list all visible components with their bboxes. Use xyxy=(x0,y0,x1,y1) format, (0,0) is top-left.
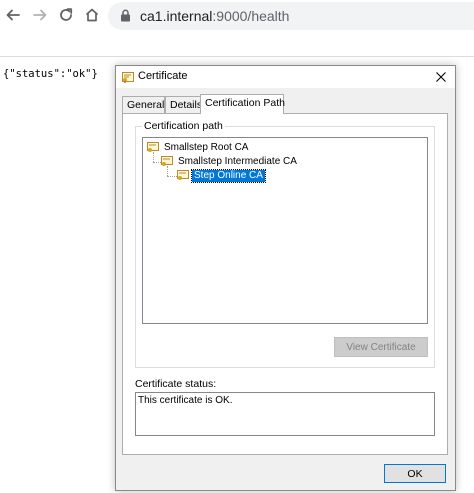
page-body-text: {"status":"ok"} xyxy=(3,68,98,80)
arrow-right-icon xyxy=(33,9,47,21)
lock-icon xyxy=(121,9,130,22)
tab-general[interactable]: General xyxy=(122,96,165,113)
tree-node-label: Smallstep Root CA xyxy=(164,141,249,153)
url-host: ca1.internal xyxy=(140,8,213,24)
dialog-titlebar[interactable]: Certificate xyxy=(116,66,455,88)
certification-path-panel: Certification path Smallstep Root CA Sma… xyxy=(122,113,448,455)
view-certificate-button[interactable]: View Certificate xyxy=(334,337,428,357)
back-button[interactable] xyxy=(2,4,24,26)
tab-details[interactable]: Details xyxy=(165,96,205,113)
certificate-dialog: Certificate General Details Certificatio… xyxy=(115,65,456,491)
certificate-icon xyxy=(122,72,134,83)
browser-toolbar: ca1.internal:9000/health xyxy=(0,0,474,32)
certificate-icon xyxy=(161,156,173,166)
certificate-tree[interactable]: Smallstep Root CA Smallstep Intermediate… xyxy=(142,137,428,324)
toolbar-divider xyxy=(0,56,474,57)
certificate-status-box: This certificate is OK. xyxy=(135,392,435,436)
tree-node-label: Step Online CA xyxy=(191,168,266,183)
tree-node-leaf[interactable]: Step Online CA xyxy=(177,168,266,183)
home-button[interactable] xyxy=(81,4,103,26)
arrow-left-icon xyxy=(6,9,20,21)
tree-node-label: Smallstep Intermediate CA xyxy=(178,155,297,167)
certification-path-label: Certification path xyxy=(142,120,225,132)
address-bar[interactable]: ca1.internal:9000/health xyxy=(108,2,474,30)
certificate-icon xyxy=(147,142,159,152)
certificate-status-label: Certificate status: xyxy=(135,378,217,390)
tree-node-root[interactable]: Smallstep Root CA xyxy=(147,141,250,154)
home-icon xyxy=(85,8,99,22)
dialog-title: Certificate xyxy=(138,70,188,82)
certification-path-group: Certification path Smallstep Root CA Sma… xyxy=(135,120,435,368)
certificate-icon xyxy=(177,170,189,180)
certificate-status-text: This certificate is OK. xyxy=(138,395,233,406)
tree-connector xyxy=(153,162,161,163)
forward-button[interactable] xyxy=(29,4,51,26)
close-button[interactable] xyxy=(431,68,451,86)
ok-button[interactable]: OK xyxy=(384,464,446,483)
url-text: ca1.internal:9000/health xyxy=(140,8,289,24)
close-icon xyxy=(436,72,446,82)
tree-node-intermediate[interactable]: Smallstep Intermediate CA xyxy=(161,155,299,168)
tab-certification-path[interactable]: Certification Path xyxy=(200,94,285,114)
url-path: :9000/health xyxy=(212,8,290,24)
reload-button[interactable] xyxy=(55,4,77,26)
reload-icon xyxy=(60,8,73,21)
tree-connector xyxy=(167,176,177,177)
